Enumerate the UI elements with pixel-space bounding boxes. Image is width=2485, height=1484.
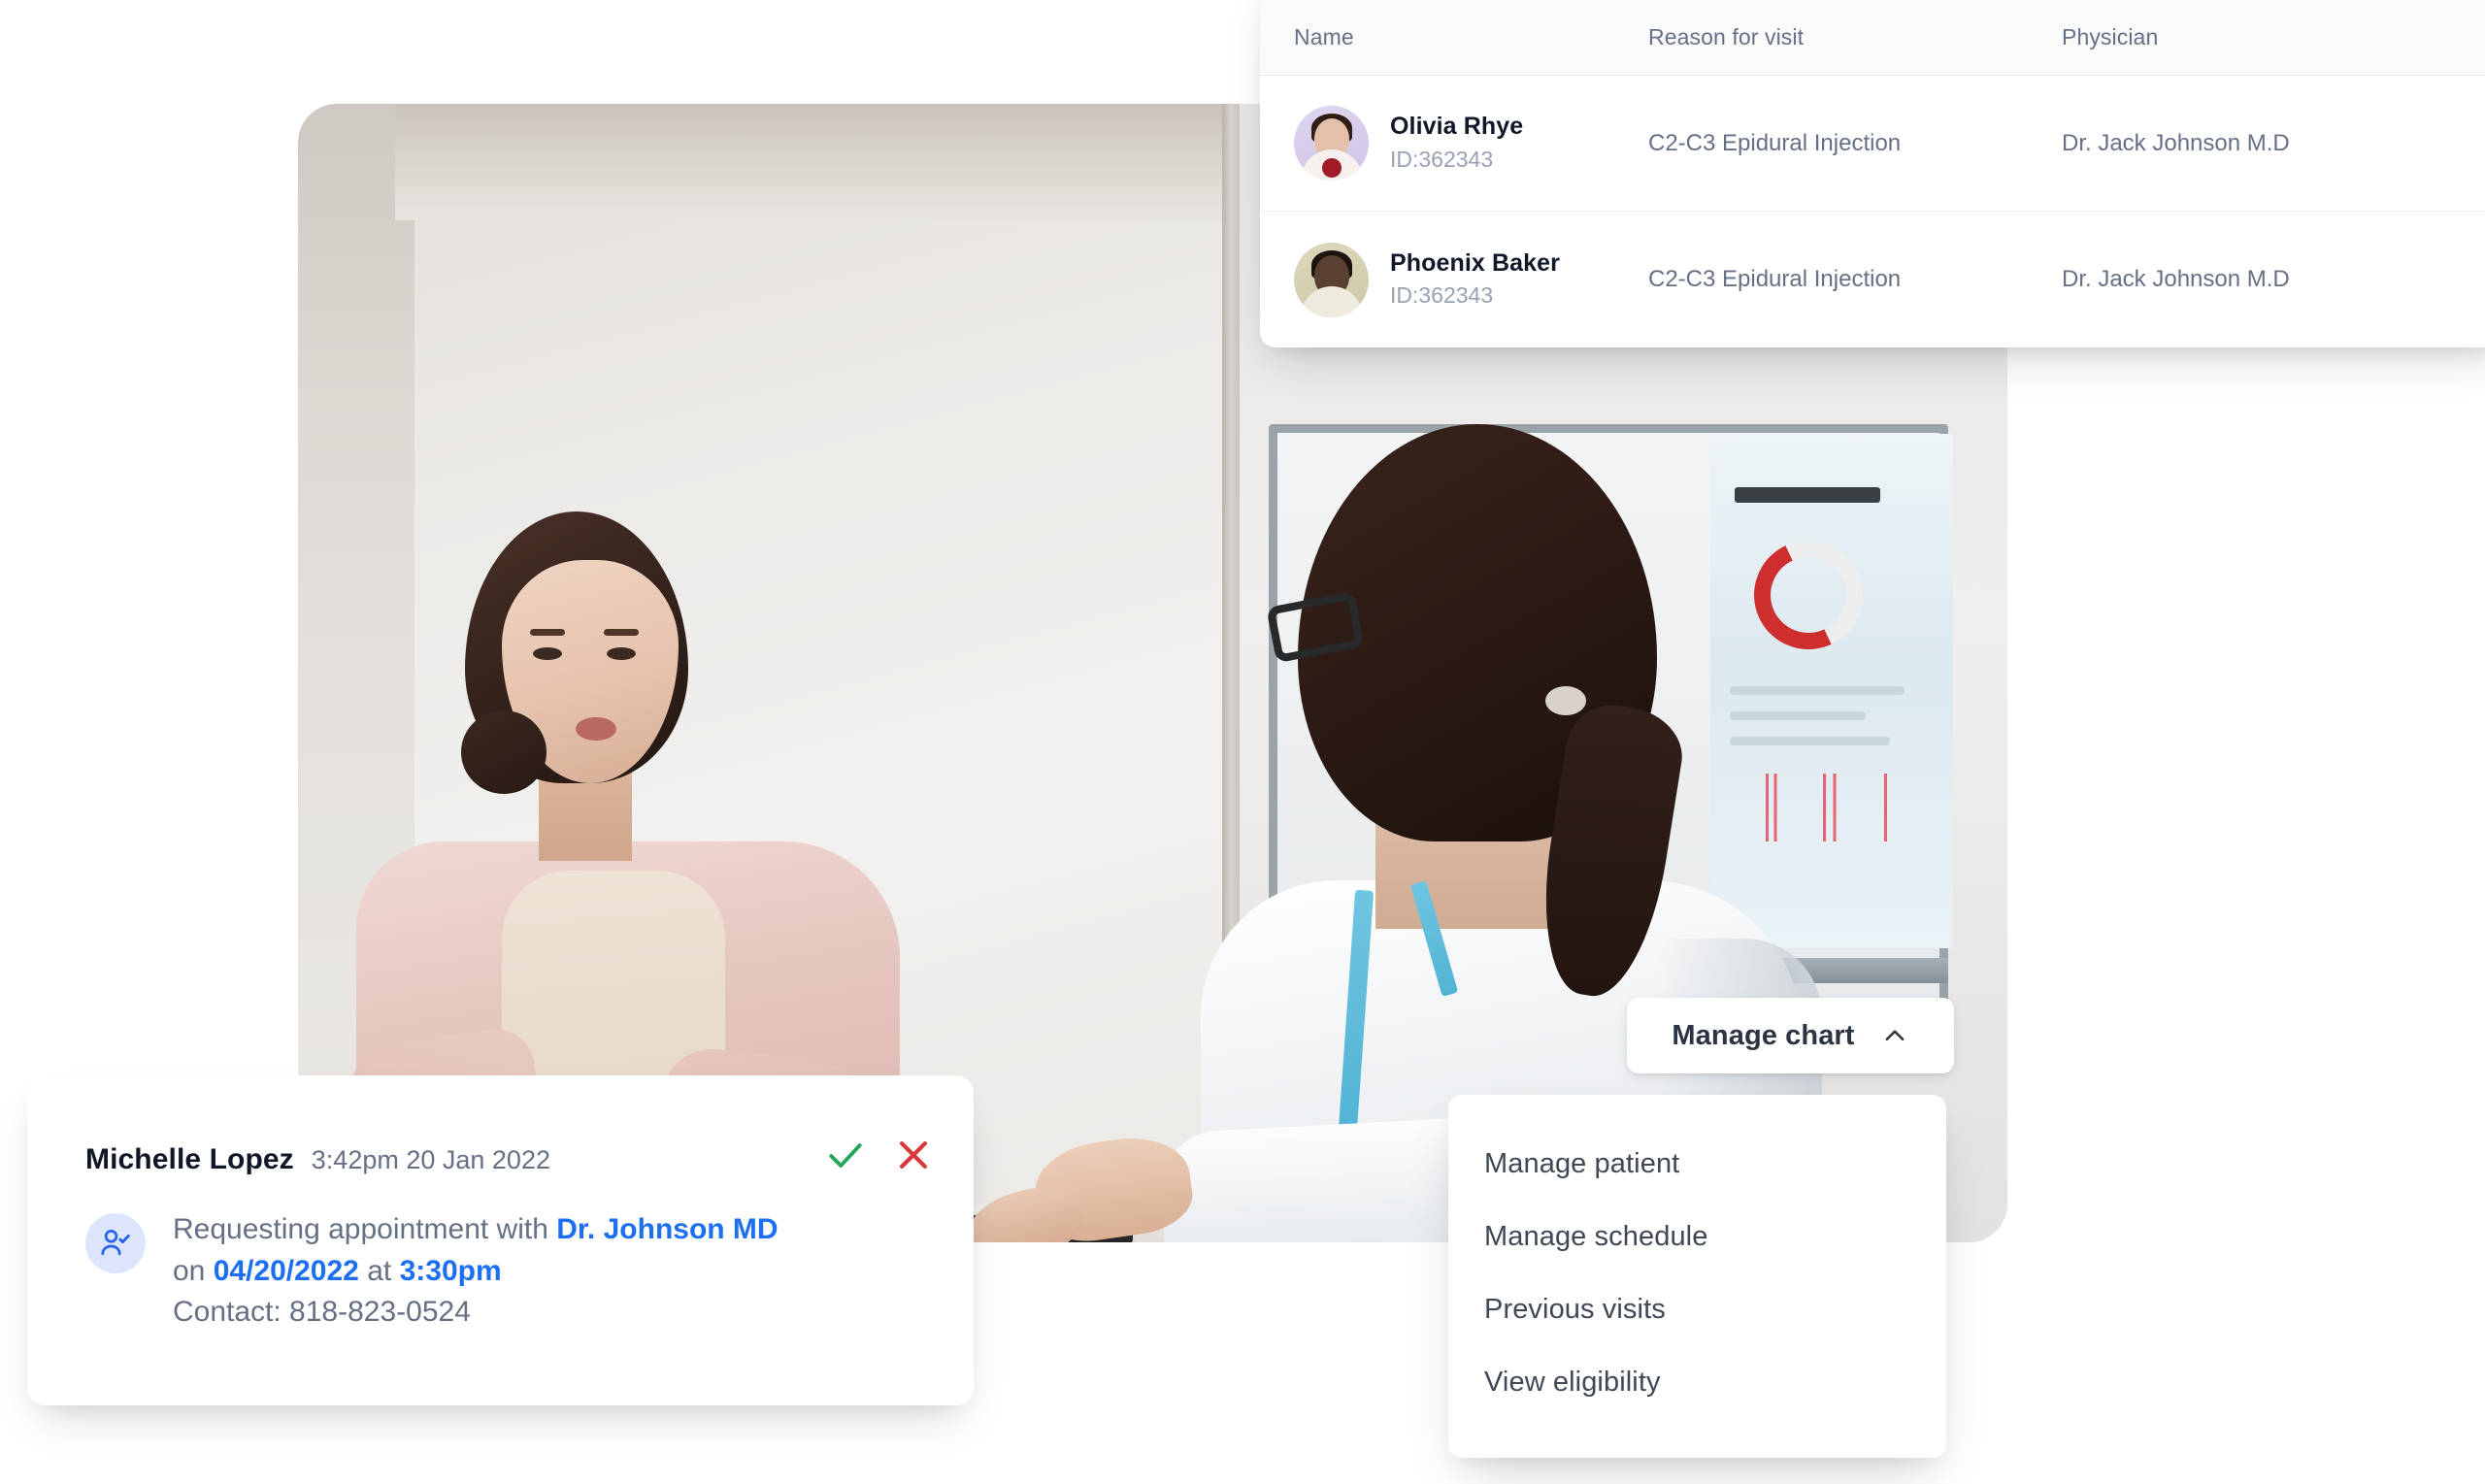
message-line2-mid: at bbox=[358, 1254, 400, 1287]
patient-id: ID:362343 bbox=[1390, 282, 1494, 309]
cell-physician: Dr. Jack Johnson M.D bbox=[2062, 129, 2290, 156]
poster-title-bar bbox=[1735, 487, 1880, 503]
check-icon bbox=[829, 1143, 862, 1168]
user-check-icon bbox=[101, 1230, 130, 1256]
poster-text-line-2 bbox=[1730, 711, 1866, 720]
notification-timestamp: 3:42pm 20 Jan 2022 bbox=[311, 1145, 550, 1174]
decline-button[interactable] bbox=[892, 1134, 935, 1176]
avatar bbox=[1294, 106, 1369, 181]
patient-left-eye bbox=[533, 647, 562, 660]
patient-table-card: Name Reason for visit Physician Olivia R… bbox=[1260, 0, 2485, 347]
menu-item-manage-schedule[interactable]: Manage schedule bbox=[1448, 1201, 1946, 1273]
notification-message: Requesting appointment with Dr. Johnson … bbox=[173, 1209, 779, 1334]
poster-ecg-graphic bbox=[1725, 774, 1929, 841]
message-time[interactable]: 3:30pm bbox=[400, 1255, 502, 1287]
cell-reason-for-visit: C2-C3 Epidural Injection bbox=[1648, 129, 1902, 156]
cell-reason-for-visit: C2-C3 Epidural Injection bbox=[1648, 266, 1902, 292]
patient-mouth bbox=[576, 717, 616, 741]
message-contact: Contact: 818-823-0524 bbox=[173, 1296, 471, 1329]
poster-text-line-3 bbox=[1730, 737, 1890, 745]
message-date[interactable]: 04/20/2022 bbox=[214, 1255, 359, 1287]
cell-physician: Dr. Jack Johnson M.D bbox=[2062, 266, 2290, 292]
table-row[interactable]: Phoenix Baker ID:362343 C2-C3 Epidural I… bbox=[1260, 212, 2485, 347]
notification-body: Requesting appointment with Dr. Johnson … bbox=[85, 1209, 974, 1334]
patient-right-eye bbox=[607, 647, 636, 660]
column-header-name[interactable]: Name bbox=[1260, 24, 1648, 50]
column-header-physician[interactable]: Physician bbox=[2062, 24, 2485, 50]
table-row[interactable]: Olivia Rhye ID:362343 C2-C3 Epidural Inj… bbox=[1260, 76, 2485, 212]
doctor-hair-tie bbox=[1545, 686, 1586, 715]
user-check-icon-badge bbox=[85, 1213, 146, 1273]
avatar-body bbox=[1300, 285, 1363, 317]
cell-patient-name: Phoenix Baker ID:362343 bbox=[1260, 242, 1648, 317]
message-doctor-link[interactable]: Dr. Johnson MD bbox=[556, 1213, 778, 1245]
poster-text-line-1 bbox=[1730, 686, 1905, 695]
patient-name: Olivia Rhye bbox=[1390, 113, 1524, 141]
avatar-accessory bbox=[1321, 158, 1342, 178]
patient-id: ID:362343 bbox=[1390, 146, 1494, 172]
cell-patient-name: Olivia Rhye ID:362343 bbox=[1260, 106, 1648, 181]
close-icon bbox=[899, 1140, 928, 1170]
menu-item-previous-visits[interactable]: Previous visits bbox=[1448, 1273, 1946, 1346]
manage-chart-label: Manage chart bbox=[1672, 1019, 1855, 1051]
patient-left-eyebrow bbox=[530, 629, 565, 636]
patient-right-eyebrow bbox=[604, 629, 639, 636]
appointment-request-card: Michelle Lopez 3:42pm 20 Jan 2022 Reques… bbox=[27, 1075, 974, 1405]
notification-header: Michelle Lopez 3:42pm 20 Jan 2022 bbox=[85, 1140, 974, 1176]
message-line1-prefix: Requesting appointment with bbox=[173, 1213, 557, 1245]
room-ceiling bbox=[395, 104, 1269, 220]
manage-chart-dropdown-menu: Manage patient Manage schedule Previous … bbox=[1448, 1095, 1946, 1458]
message-line2-prefix: on bbox=[173, 1254, 214, 1287]
patient-name-block: Phoenix Baker ID:362343 bbox=[1390, 248, 1560, 311]
manage-chart-button[interactable]: Manage chart bbox=[1627, 998, 1954, 1073]
accept-button[interactable] bbox=[824, 1134, 867, 1176]
avatar bbox=[1294, 242, 1369, 317]
menu-item-manage-patient[interactable]: Manage patient bbox=[1448, 1128, 1946, 1201]
notification-actions bbox=[824, 1134, 935, 1176]
patient-name-block: Olivia Rhye ID:362343 bbox=[1390, 112, 1523, 174]
patient-hair-bun bbox=[461, 710, 547, 794]
patient-name: Phoenix Baker bbox=[1390, 248, 1560, 277]
menu-item-view-eligibility[interactable]: View eligibility bbox=[1448, 1346, 1946, 1419]
notification-sender-name: Michelle Lopez bbox=[85, 1143, 294, 1175]
column-header-reason[interactable]: Reason for visit bbox=[1648, 24, 2062, 50]
chevron-up-icon bbox=[1885, 1030, 1905, 1041]
table-header-row: Name Reason for visit Physician bbox=[1260, 0, 2485, 76]
